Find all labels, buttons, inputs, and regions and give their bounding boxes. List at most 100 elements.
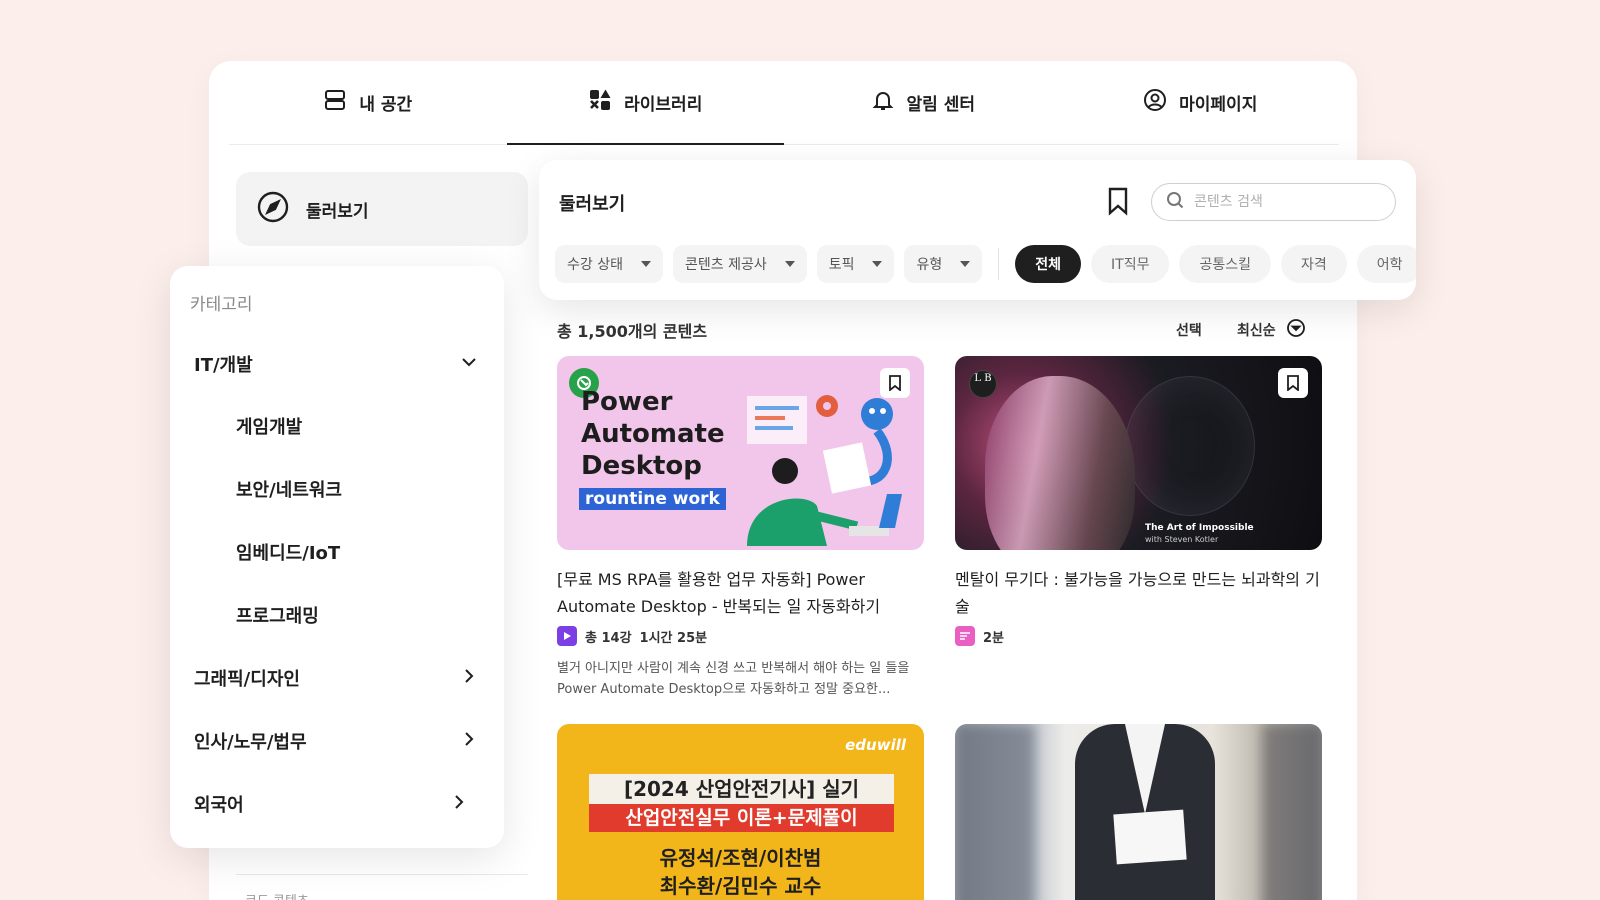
thumb-caption: The Art of Impossible [1145,523,1254,533]
tab-label: 마이페이지 [1179,95,1258,115]
filter-type[interactable]: 유형 [904,245,983,283]
chip-it-job[interactable]: IT직무 [1091,245,1170,283]
chip-language[interactable]: 어학 [1356,245,1416,283]
category-item-programming[interactable]: 프로그래밍 [236,595,478,635]
sort-label: 최신순 [1237,323,1276,339]
card-thumbnail: Power Automate Desktop rountine work [557,356,924,550]
thumb-line: 최수환/김민수 교수 [659,874,822,898]
thumb-title-line: Power [581,387,673,417]
category-item-foreign-language[interactable]: 외국어 [194,784,468,824]
paper-graphic [1113,809,1187,865]
sort-dropdown[interactable]: 최신순 [1237,318,1306,342]
select-button[interactable]: 선택 [1176,320,1202,340]
thumb-title-line: Automate [581,419,725,449]
tab-notification-center[interactable]: 알림 센터 [784,61,1062,144]
content-card[interactable]: eduwill [2024 산업안전기사] 실기 산업안전실무 이론+문제풀이 … [557,724,924,900]
category-label: 그래픽/디자인 [194,669,300,690]
filter-divider [998,248,1000,280]
tab-label: 라이브러리 [624,95,703,115]
brain-graphic [1125,376,1255,516]
eduwill-logo: eduwill [845,736,906,754]
chip-common-skills[interactable]: 공통스킬 [1179,245,1271,283]
library-icon [588,88,612,117]
photo-blur [1262,724,1322,900]
chevron-right-icon [460,667,478,690]
category-item-game-dev[interactable]: 게임개발 [236,406,478,446]
category-label: 프로그래밍 [236,606,319,627]
chevron-down-icon [460,353,478,376]
lb-logo: L B [969,370,997,398]
sidebar-browse-button[interactable]: 둘러보기 [236,172,528,246]
tab-library[interactable]: 라이브러리 [506,61,785,145]
category-label: 인사/노무/법무 [194,732,307,753]
category-item-it[interactable]: IT/개발 [194,344,478,384]
card-thumbnail: L B The Art of Impossible with Steven Ko… [955,356,1322,550]
video-icon [557,626,577,646]
category-title: 카테고리 [190,295,253,315]
content-card[interactable]: Power Automate Desktop rountine work [무료… [557,356,924,700]
filter-label: 토픽 [828,257,855,273]
category-label: 임베디드/IoT [236,543,341,564]
thumb-tag: rountine work [579,488,726,510]
category-item-graphic-design[interactable]: 그래픽/디자인 [194,658,478,698]
bookmark-icon[interactable] [1105,186,1131,216]
card-meta: 2분 [955,626,1322,646]
caret-down-icon [784,261,795,267]
bookmark-icon [889,375,901,391]
search-field[interactable] [1151,183,1396,221]
card-description: 별거 아니지만 사람이 계속 신경 쓰고 반복해서 해야 하는 일 들을 Pow… [557,661,910,697]
search-input[interactable] [1194,194,1374,210]
card-thumbnail [955,724,1322,900]
bookmark-icon [1287,375,1299,391]
filter-content-provider[interactable]: 콘텐츠 제공사 [672,245,807,283]
content-card[interactable] [955,724,1322,900]
article-icon [955,626,975,646]
category-label: 보안/네트워크 [236,480,342,501]
tab-my-space[interactable]: 내 공간 [229,61,507,144]
thumb-caption-sub: with Steven Kotler [1145,535,1219,544]
category-item-embedded-iot[interactable]: 임베디드/IoT [236,532,478,572]
filter-enrollment-status[interactable]: 수강 상태 [555,245,663,283]
search-icon [1166,191,1184,213]
card-bookmark-button[interactable] [880,368,910,398]
tab-label: 내 공간 [359,95,413,115]
card-bookmark-button[interactable] [1278,368,1308,398]
sidebar-footer-text: 코드 콘텐츠 [245,890,309,900]
thumb-title: Power Automate Desktop [581,386,725,482]
filter-label: 수강 상태 [567,257,623,273]
portrait-graphic [985,376,1135,550]
content-card[interactable]: L B The Art of Impossible with Steven Ko… [955,356,1322,646]
lesson-count: 총 14강 [585,630,632,646]
circle-chevron-down-icon [1286,318,1306,342]
caret-down-icon [960,261,971,267]
filter-label: 유형 [916,257,943,273]
category-item-hr-labor-law[interactable]: 인사/노무/법무 [194,721,478,761]
filter-topic[interactable]: 토픽 [816,245,895,283]
filter-bar: 수강 상태 콘텐츠 제공사 토픽 유형 전체 IT직무 공통스킬 자격 어학 [555,245,1416,283]
card-title[interactable]: 멘탈이 무기다 : 불가능을 가능으로 만드는 뇌과학의 기술 [955,566,1322,620]
filter-label: 콘텐츠 제공사 [684,257,767,273]
chip-all[interactable]: 전체 [1015,245,1082,283]
bell-icon [871,88,895,117]
thumb-title-line: Desktop [581,451,702,481]
card-title[interactable]: [무료 MS RPA를 활용한 업무 자동화] Power Automate D… [557,566,924,620]
top-navigation: 내 공간 라이브러리 알림 센터 마이페이지 [229,61,1339,145]
category-label: IT/개발 [194,355,253,376]
photo-blur [955,724,1035,900]
automation-illustration [747,395,902,546]
tab-label: 알림 센터 [906,95,975,115]
chevron-right-icon [460,730,478,753]
page-title: 둘러보기 [559,194,626,215]
content-count: 총 1,500개의 콘텐츠 [557,322,708,341]
caret-down-icon [640,261,651,267]
duration: 1시간 25분 [639,630,708,646]
caret-down-icon [872,261,883,267]
card-thumbnail: eduwill [2024 산업안전기사] 실기 산업안전실무 이론+문제풀이 … [557,724,924,900]
category-label: 게임개발 [236,417,303,438]
thumb-line: 산업안전실무 이론+문제풀이 [589,804,894,832]
chip-certification[interactable]: 자격 [1281,245,1347,283]
tab-my-page[interactable]: 마이페이지 [1062,61,1340,144]
compass-icon [256,190,290,229]
category-item-security-network[interactable]: 보안/네트워크 [236,469,478,509]
chevron-right-icon [450,793,468,816]
